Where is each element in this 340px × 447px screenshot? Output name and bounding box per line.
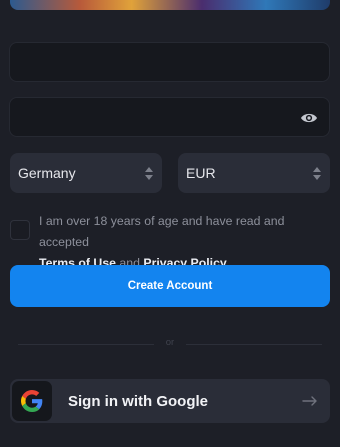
currency-select[interactable]: EUR xyxy=(178,153,330,193)
country-value: Germany xyxy=(18,165,76,181)
create-account-button[interactable]: Create Account xyxy=(10,265,330,307)
google-icon xyxy=(12,381,52,421)
signup-form: Germany EUR I am over 18 years of age an… xyxy=(0,0,340,447)
country-select[interactable]: Germany xyxy=(10,153,162,193)
arrow-right-icon xyxy=(302,396,320,406)
password-field[interactable] xyxy=(9,97,330,137)
terms-prefix: I am over 18 years of age and have read … xyxy=(39,214,285,249)
divider-right xyxy=(186,344,322,345)
email-input[interactable] xyxy=(10,43,329,81)
email-field[interactable] xyxy=(9,42,330,82)
banner-image xyxy=(10,0,330,10)
age-terms-checkbox[interactable] xyxy=(10,220,30,240)
chevron-updown-icon xyxy=(312,166,322,180)
divider-left xyxy=(18,344,154,345)
google-signin-label: Sign in with Google xyxy=(68,392,208,410)
chevron-updown-icon xyxy=(144,166,154,180)
password-input[interactable] xyxy=(10,98,329,136)
google-signin-button[interactable]: Sign in with Google xyxy=(10,379,330,423)
currency-value: EUR xyxy=(186,165,216,181)
or-divider-text: or xyxy=(165,337,175,348)
eye-icon[interactable] xyxy=(298,107,320,129)
